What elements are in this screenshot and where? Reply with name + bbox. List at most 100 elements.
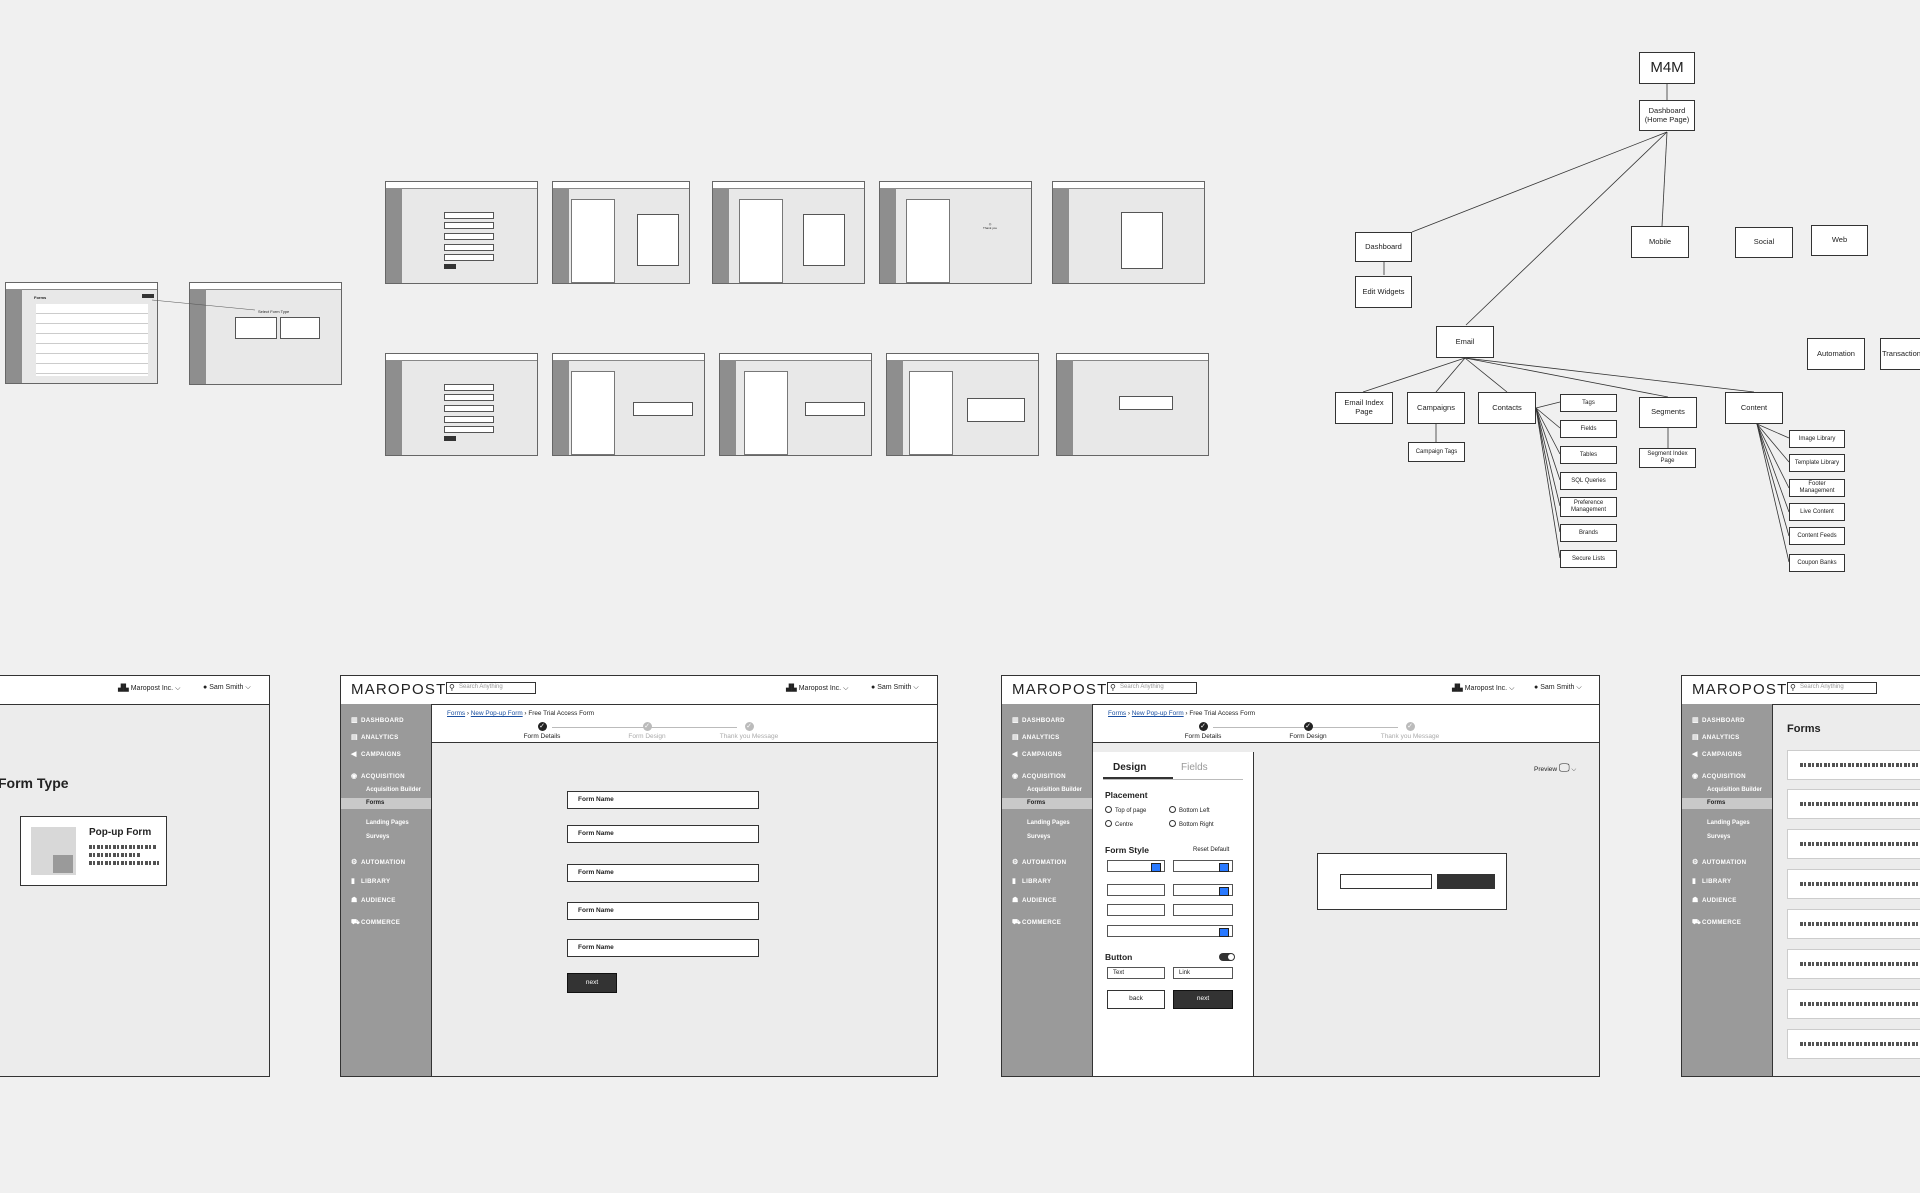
- user-menu[interactable]: ● Sam Smith ⌵: [871, 684, 919, 692]
- sitemap-automation[interactable]: Automation: [1807, 338, 1865, 370]
- step-thank-you[interactable]: ✓ Thank you Message: [714, 722, 784, 740]
- nav-campaigns[interactable]: ◀ CAMPAIGNS: [1012, 750, 1062, 758]
- sitemap-contacts-child[interactable]: Brands: [1560, 524, 1617, 542]
- nav-commerce[interactable]: ⛟COMMERCE: [1012, 918, 1061, 927]
- nav-landing-pages[interactable]: Landing Pages: [366, 820, 409, 826]
- brand-logo[interactable]: MAROPOST: [1692, 681, 1787, 698]
- thumbnail-step-1[interactable]: [385, 181, 538, 284]
- button-text-input[interactable]: Text: [1107, 967, 1165, 979]
- table-row[interactable]: [1787, 869, 1920, 899]
- org-switcher[interactable]: ▟▙ Maropost Inc. ⌵: [1452, 684, 1514, 693]
- nav-audience[interactable]: ☗ AUDIENCE: [1012, 896, 1057, 904]
- nav-surveys[interactable]: Surveys: [1027, 834, 1050, 840]
- crumb-new-popup-form[interactable]: New Pop-up Form: [1132, 710, 1184, 717]
- nav-acquisition-builder[interactable]: Acquisition Builder: [1707, 787, 1762, 793]
- nav-dashboard[interactable]: ▥ DASHBOARD: [351, 716, 404, 724]
- org-switcher[interactable]: ▟▙ Maropost Inc. ⌵: [786, 684, 848, 693]
- thumbnail-step-3[interactable]: [712, 181, 865, 284]
- search-input[interactable]: ⚲ Search Anything: [446, 682, 536, 694]
- form-name-field[interactable]: Form Name: [567, 825, 759, 843]
- sitemap-segments[interactable]: Segments: [1639, 397, 1697, 428]
- step-thank-you[interactable]: ✓ Thank you Message: [1375, 722, 1445, 740]
- table-row[interactable]: [1787, 789, 1920, 819]
- nav-acquisition[interactable]: ◉ ACQUISITION: [1692, 772, 1746, 780]
- thumbnail-select-form-type[interactable]: Select Form Type: [189, 282, 342, 385]
- nav-landing-pages[interactable]: Landing Pages: [1027, 820, 1070, 826]
- back-button[interactable]: back: [1107, 990, 1165, 1009]
- user-menu[interactable]: ● Sam Smith ⌵: [203, 684, 251, 692]
- nav-campaigns[interactable]: ◀ CAMPAIGNS: [1692, 750, 1742, 758]
- table-row[interactable]: [1787, 909, 1920, 939]
- nav-library[interactable]: ▮ LIBRARY: [1692, 877, 1731, 885]
- sitemap-campaign-tags[interactable]: Campaign Tags: [1408, 442, 1465, 462]
- nav-surveys[interactable]: Surveys: [366, 834, 389, 840]
- form-name-field[interactable]: Form Name: [567, 791, 759, 809]
- style-input[interactable]: [1107, 884, 1165, 896]
- step-form-details[interactable]: ✓ Form Details: [507, 722, 577, 740]
- nav-surveys[interactable]: Surveys: [1707, 834, 1730, 840]
- table-row[interactable]: [1787, 750, 1920, 780]
- tab-design[interactable]: Design: [1113, 762, 1146, 773]
- nav-campaigns[interactable]: ◀ CAMPAIGNS: [351, 750, 401, 758]
- sitemap-dashboard[interactable]: Dashboard: [1355, 232, 1412, 262]
- table-row[interactable]: [1787, 1029, 1920, 1059]
- thumbnail-step-5[interactable]: [1052, 181, 1205, 284]
- style-swatch-input[interactable]: [1107, 925, 1233, 937]
- reset-default-link[interactable]: Reset Default: [1193, 847, 1229, 853]
- sitemap-contacts-child[interactable]: Preference Management: [1560, 497, 1617, 517]
- nav-automation[interactable]: ⚙ AUTOMATION: [1012, 858, 1066, 866]
- placement-centre[interactable]: Centre: [1105, 820, 1133, 828]
- search-input[interactable]: ⚲ Search Anything: [1787, 682, 1877, 694]
- sitemap-contacts[interactable]: Contacts: [1478, 392, 1536, 424]
- sitemap-root[interactable]: M4M: [1639, 52, 1695, 84]
- placement-bottom-right[interactable]: Bottom Right: [1169, 820, 1214, 828]
- sitemap-social[interactable]: Social: [1735, 227, 1793, 258]
- nav-audience[interactable]: ☗ AUDIENCE: [1692, 896, 1737, 904]
- sitemap-content-child[interactable]: Content Feeds: [1789, 527, 1845, 545]
- step-form-details[interactable]: ✓ Form Details: [1168, 722, 1238, 740]
- nav-landing-pages[interactable]: Landing Pages: [1707, 820, 1750, 826]
- sitemap-edit-widgets[interactable]: Edit Widgets: [1355, 276, 1412, 308]
- thumbnail-step-9[interactable]: [886, 353, 1039, 456]
- brand-logo[interactable]: MAROPOST: [351, 681, 446, 698]
- nav-automation[interactable]: ⚙ AUTOMATION: [1692, 858, 1746, 866]
- thumbnail-step-10[interactable]: [1056, 353, 1209, 456]
- thumbnail-forms-list[interactable]: Forms: [5, 282, 158, 384]
- placement-top-of-page[interactable]: Top of page: [1105, 806, 1146, 814]
- sitemap-content-child[interactable]: Image Library: [1789, 430, 1845, 448]
- thumbnail-step-4[interactable]: ◎ Thank you: [879, 181, 1032, 284]
- thumbnail-step-6[interactable]: [385, 353, 538, 456]
- thumbnail-step-8[interactable]: [719, 353, 872, 456]
- style-swatch-input[interactable]: [1107, 860, 1165, 872]
- nav-acquisition-builder[interactable]: Acquisition Builder: [366, 787, 421, 793]
- sitemap-email-index[interactable]: Email Index Page: [1335, 392, 1393, 424]
- nav-forms[interactable]: Forms: [341, 798, 431, 809]
- step-form-design[interactable]: ✓ Form Design: [1273, 722, 1343, 740]
- sitemap-contacts-child[interactable]: Tables: [1560, 446, 1617, 464]
- crumb-new-popup-form[interactable]: New Pop-up Form: [471, 710, 523, 717]
- nav-commerce[interactable]: ⛟COMMERCE: [1692, 918, 1741, 927]
- style-input[interactable]: [1173, 904, 1233, 916]
- table-row[interactable]: [1787, 989, 1920, 1019]
- nav-forms[interactable]: Forms: [1682, 798, 1772, 809]
- sitemap-segment-index[interactable]: Segment Index Page: [1639, 448, 1696, 468]
- form-name-field[interactable]: Form Name: [567, 902, 759, 920]
- crumb-forms[interactable]: Forms: [447, 710, 465, 717]
- sitemap-web[interactable]: Web: [1811, 225, 1868, 256]
- table-row[interactable]: [1787, 829, 1920, 859]
- sitemap-contacts-child[interactable]: SQL Queries: [1560, 472, 1617, 490]
- table-row[interactable]: [1787, 949, 1920, 979]
- sitemap-contacts-child[interactable]: Secure Lists: [1560, 550, 1617, 568]
- nav-library[interactable]: ▮ LIBRARY: [1012, 877, 1051, 885]
- nav-acquisition-builder[interactable]: Acquisition Builder: [1027, 787, 1082, 793]
- nav-acquisition[interactable]: ◉ ACQUISITION: [1012, 772, 1066, 780]
- style-input[interactable]: [1107, 904, 1165, 916]
- nav-library[interactable]: ▮ LIBRARY: [351, 877, 390, 885]
- sitemap-content-child[interactable]: Template Library: [1789, 454, 1845, 472]
- placement-bottom-left[interactable]: Bottom Left: [1169, 806, 1210, 814]
- nav-analytics[interactable]: ▤ ANALYTICS: [1692, 733, 1740, 741]
- sitemap-home[interactable]: Dashboard (Home Page): [1639, 100, 1695, 131]
- next-button[interactable]: next: [1173, 990, 1233, 1009]
- step-form-design[interactable]: ✓ Form Design: [612, 722, 682, 740]
- sitemap-campaigns[interactable]: Campaigns: [1407, 392, 1465, 424]
